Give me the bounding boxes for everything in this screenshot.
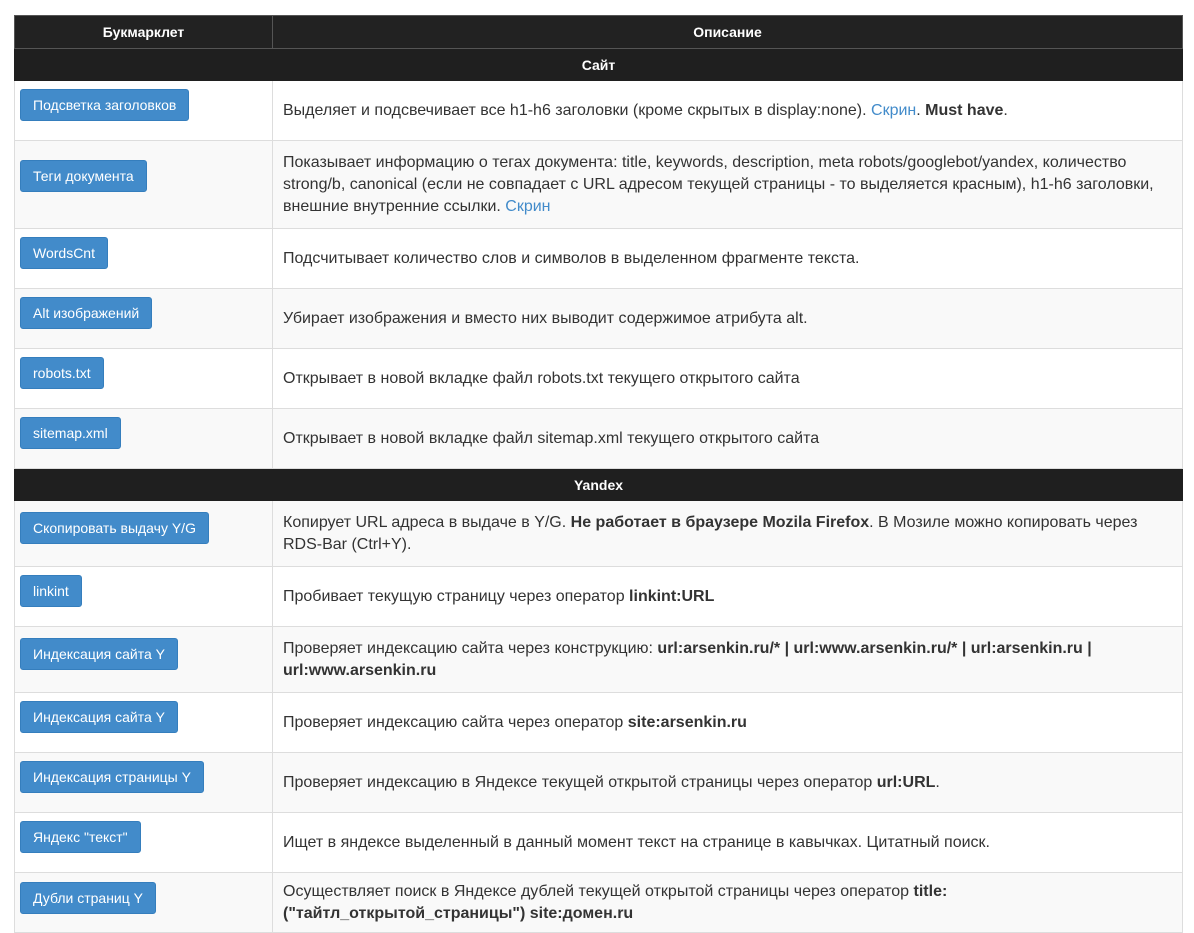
bookmarklet-button-copy-serp[interactable]: Скопировать выдачу Y/G (20, 512, 209, 544)
row-description: Проверяет индексацию сайта через констру… (272, 626, 1183, 693)
bookmarklet-button-alt-images[interactable]: Alt изображений (20, 297, 153, 329)
table-row: Дубли страниц Y Осуществляет поиск в Янд… (14, 872, 1183, 933)
section-row-site: Сайт (14, 48, 1183, 81)
screenshot-link[interactable]: Скрин (871, 102, 916, 119)
screenshot-link[interactable]: Скрин (505, 198, 550, 215)
bookmarklet-button-linkint[interactable]: linkint (20, 575, 82, 607)
header-bookmarklet: Букмарклет (14, 15, 273, 49)
bookmarklet-button-site-index-y[interactable]: Индексация сайта Y (20, 638, 179, 670)
row-description: Показывает информацию о тегах документа:… (272, 140, 1183, 229)
table-row: Теги документа Показывает информацию о т… (14, 140, 1183, 229)
bookmarklet-button-highlight-headings[interactable]: Подсветка заголовков (20, 89, 190, 121)
row-description: Пробивает текущую страницу через операто… (272, 566, 1183, 627)
table-row: robots.txt Открывает в новой вкладке фай… (14, 348, 1183, 409)
table-row: Индексация сайта Y Проверяет индексацию … (14, 692, 1183, 753)
header-description: Описание (272, 15, 1183, 49)
bookmarklets-table-container: Букмарклет Описание Сайт Подсветка загол… (14, 15, 1183, 933)
section-title-yandex: Yandex (14, 468, 1183, 501)
section-row-yandex: Yandex (14, 468, 1183, 501)
table-row: Скопировать выдачу Y/G Копирует URL адре… (14, 500, 1183, 567)
table-row: Индексация сайта Y Проверяет индексацию … (14, 626, 1183, 693)
table-row: linkint Пробивает текущую страницу через… (14, 566, 1183, 627)
row-description: Осуществляет поиск в Яндексе дублей теку… (272, 872, 1183, 933)
table-row: WordsCnt Подсчитывает количество слов и … (14, 228, 1183, 289)
row-description: Открывает в новой вкладке файл sitemap.x… (272, 408, 1183, 469)
bookmarklets-table: Букмарклет Описание Сайт Подсветка загол… (14, 15, 1183, 933)
row-description: Подсчитывает количество слов и символов … (272, 228, 1183, 289)
bookmarklet-button-yandex-quote[interactable]: Яндекс "текст" (20, 821, 141, 853)
row-description: Выделяет и подсвечивает все h1-h6 заголо… (272, 80, 1183, 141)
bookmarklet-button-document-tags[interactable]: Теги документа (20, 160, 147, 192)
row-description: Открывает в новой вкладке файл robots.tx… (272, 348, 1183, 409)
row-description: Проверяет индексацию в Яндексе текущей о… (272, 752, 1183, 813)
table-header-row: Букмарклет Описание (14, 15, 1183, 49)
bookmarklet-button-wordscnt[interactable]: WordsCnt (20, 237, 108, 269)
table-row: Подсветка заголовков Выделяет и подсвечи… (14, 80, 1183, 141)
row-description: Проверяет индексацию сайта через операто… (272, 692, 1183, 753)
table-row: Яндекс "текст" Ищет в яндексе выделенный… (14, 812, 1183, 873)
bookmarklet-button-sitemap-xml[interactable]: sitemap.xml (20, 417, 121, 449)
table-row: sitemap.xml Открывает в новой вкладке фа… (14, 408, 1183, 469)
row-description: Копирует URL адреса в выдаче в Y/G. Не р… (272, 500, 1183, 567)
bookmarklet-button-duplicates-y[interactable]: Дубли страниц Y (20, 882, 156, 914)
table-row: Индексация страницы Y Проверяет индексац… (14, 752, 1183, 813)
bookmarklet-button-site-index-y-2[interactable]: Индексация сайта Y (20, 701, 179, 733)
section-title-site: Сайт (14, 48, 1183, 81)
bookmarklet-button-page-index-y[interactable]: Индексация страницы Y (20, 761, 204, 793)
table-row: Alt изображений Убирает изображения и вм… (14, 288, 1183, 349)
row-description: Убирает изображения и вместо них выводит… (272, 288, 1183, 349)
bookmarklet-button-robots-txt[interactable]: robots.txt (20, 357, 104, 389)
row-description: Ищет в яндексе выделенный в данный момен… (272, 812, 1183, 873)
